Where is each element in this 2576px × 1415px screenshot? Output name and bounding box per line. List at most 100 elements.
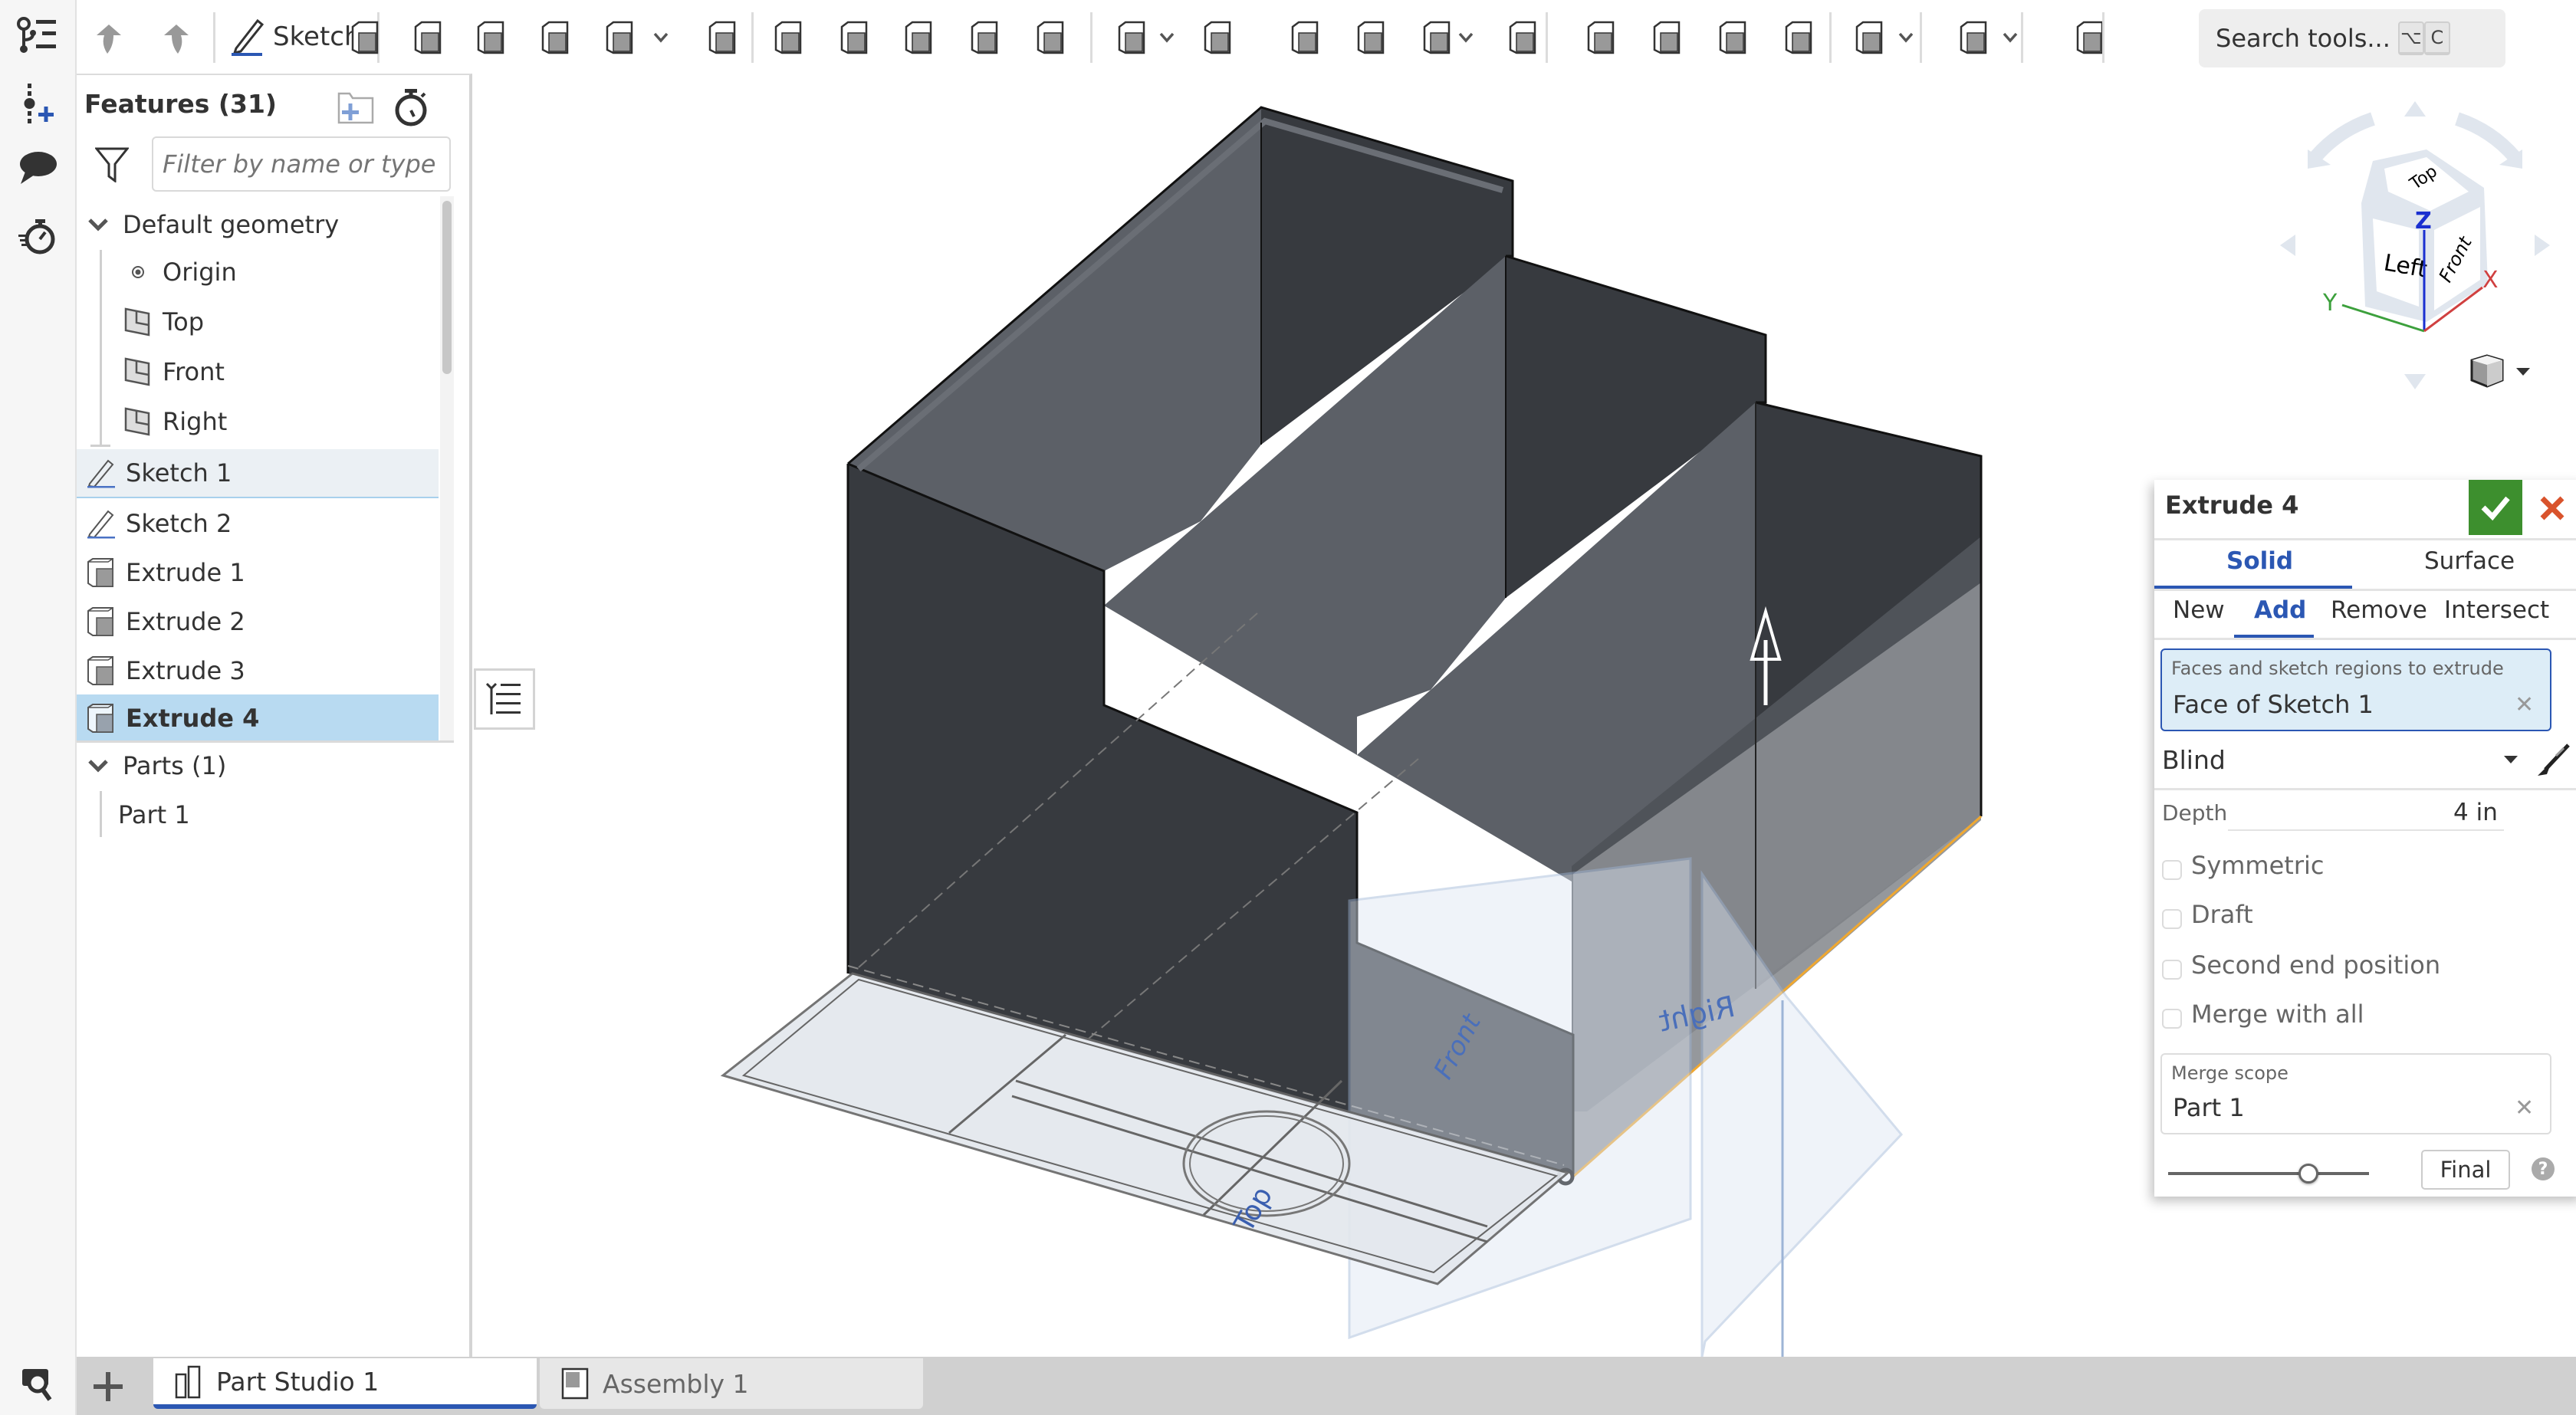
feature-item-sketch-2[interactable]: Sketch 2 xyxy=(77,500,445,547)
scrollbar-thumb[interactable] xyxy=(442,201,452,374)
sheet-metal-tool-button[interactable] xyxy=(1952,17,1995,60)
end-type-select[interactable]: Blind xyxy=(2162,745,2226,775)
tree-item-front-plane[interactable]: Front xyxy=(121,348,454,396)
faces-selection-field[interactable]: Faces and sketch regions to extrude Face… xyxy=(2160,648,2551,731)
thicken-tool-button[interactable] xyxy=(598,17,641,60)
rotate-right-small-arrow[interactable] xyxy=(2535,235,2550,256)
comments-button[interactable] xyxy=(11,142,64,195)
tool-dropdown-caret[interactable] xyxy=(1457,26,1475,49)
stopwatch-icon xyxy=(395,89,427,126)
filter-button[interactable] xyxy=(94,146,133,184)
feature-tree-button[interactable] xyxy=(11,9,64,63)
add-folder-button[interactable] xyxy=(337,90,376,126)
tab-solid[interactable]: Solid xyxy=(2226,547,2293,575)
chamfer-tool-button[interactable] xyxy=(767,17,810,60)
search-features-button[interactable] xyxy=(11,1358,64,1412)
tool-dropdown-caret[interactable] xyxy=(1158,26,1176,49)
rotate-left-small-arrow[interactable] xyxy=(2280,235,2295,256)
tree-item-top-plane[interactable]: Top xyxy=(121,298,454,346)
plane-tool-button[interactable] xyxy=(1848,17,1891,60)
delete-part-tool-button[interactable] xyxy=(1501,17,1544,60)
filter-input[interactable] xyxy=(152,136,451,192)
toolbar-separator xyxy=(2021,12,2023,63)
op-intersect[interactable]: Intersect xyxy=(2444,596,2549,624)
rotate-down-arrow[interactable] xyxy=(2404,374,2426,389)
feature-label: Sketch 2 xyxy=(126,509,232,538)
symmetric-checkbox[interactable] xyxy=(2162,860,2182,880)
delete-face-tool-button[interactable] xyxy=(1645,17,1688,60)
boolean-tool-button[interactable] xyxy=(1283,17,1326,60)
feature-item-extrude-3[interactable]: Extrude 3 xyxy=(77,647,445,694)
feature-item-extrude-2[interactable]: Extrude 2 xyxy=(77,598,445,645)
op-add[interactable]: Add xyxy=(2254,596,2306,624)
tab-part-studio-1[interactable]: Part Studio 1 xyxy=(153,1358,537,1409)
performance-button[interactable] xyxy=(11,210,64,264)
flip-direction-button[interactable] xyxy=(2535,740,2573,779)
rotate-up-arrow[interactable] xyxy=(2404,101,2426,117)
feature-item-extrude-1[interactable]: Extrude 1 xyxy=(77,549,445,596)
clear-selection-icon[interactable]: ✕ xyxy=(2515,691,2534,718)
feature-list: Default geometry Origin Top Front Right … xyxy=(77,196,454,743)
add-custom-feature-tool-button[interactable] xyxy=(2068,17,2111,60)
chamfer-icon xyxy=(774,21,802,54)
feature-list-scrollbar[interactable] xyxy=(440,196,454,740)
chevron-down-icon xyxy=(1898,32,1914,43)
merge-scope-field[interactable]: Merge scope Part 1 ✕ xyxy=(2160,1053,2551,1134)
dropdown-caret-icon[interactable] xyxy=(2504,756,2518,763)
tool-dropdown-caret[interactable] xyxy=(652,26,670,49)
default-geometry-group[interactable]: Default geometry xyxy=(81,201,442,248)
rollback-slider-thumb[interactable] xyxy=(2298,1164,2319,1184)
shell-tool-button[interactable] xyxy=(963,17,1006,60)
merge-with-all-checkbox[interactable] xyxy=(2162,1009,2182,1029)
op-new[interactable]: New xyxy=(2173,596,2225,624)
rib-tool-button[interactable] xyxy=(897,17,940,60)
redo-button[interactable] xyxy=(155,17,198,60)
modify-fillet-tool-button[interactable] xyxy=(1579,17,1622,60)
rotate-left-arrow[interactable] xyxy=(2310,112,2375,162)
insert-mate-connector-button[interactable] xyxy=(11,77,64,130)
tab-assembly-1[interactable]: Assembly 1 xyxy=(540,1358,923,1409)
tree-item-origin[interactable]: Origin xyxy=(121,248,454,296)
hole-tool-button[interactable] xyxy=(1029,17,1072,60)
second-end-position-checkbox[interactable] xyxy=(2162,960,2182,980)
split-tool-button[interactable] xyxy=(1349,17,1392,60)
part-item[interactable]: Part 1 xyxy=(118,791,478,839)
accept-button[interactable] xyxy=(2469,480,2522,535)
split-icon xyxy=(1357,21,1385,54)
parts-group[interactable]: Parts (1) xyxy=(81,742,442,790)
view-options-button[interactable] xyxy=(2469,353,2538,391)
sketch-button[interactable]: Sketch xyxy=(230,14,361,60)
mirror-tool-button[interactable] xyxy=(1196,17,1239,60)
move-face-tool-button[interactable] xyxy=(1711,17,1754,60)
feature-item-extrude-4[interactable]: Extrude 4 xyxy=(77,694,439,740)
linear-pattern-tool-button[interactable] xyxy=(1110,17,1153,60)
draft-tool-button[interactable] xyxy=(833,17,876,60)
rollback-slider-track[interactable] xyxy=(2168,1172,2369,1175)
add-tab-button[interactable] xyxy=(89,1367,127,1406)
draft-checkbox[interactable] xyxy=(2162,909,2182,929)
rollback-timer-button[interactable] xyxy=(393,87,429,127)
loft-tool-button[interactable] xyxy=(534,17,577,60)
search-tools-button[interactable]: Search tools... ⌥ C xyxy=(2199,9,2505,67)
tab-surface[interactable]: Surface xyxy=(2424,547,2515,575)
undo-button[interactable] xyxy=(87,17,130,60)
replace-face-tool-button[interactable] xyxy=(1777,17,1820,60)
help-icon[interactable]: ? xyxy=(2532,1157,2555,1180)
revolve-tool-button[interactable] xyxy=(406,17,449,60)
tree-item-right-plane[interactable]: Right xyxy=(121,398,454,445)
final-button[interactable]: Final xyxy=(2421,1150,2510,1190)
checkmark-icon xyxy=(2481,496,2510,521)
depth-input[interactable]: 4 in xyxy=(2453,799,2498,826)
extrude-tool-button[interactable] xyxy=(343,17,386,60)
shortcut-key-c: C xyxy=(2423,21,2450,55)
tool-dropdown-caret[interactable] xyxy=(2001,26,2019,49)
tool-dropdown-caret[interactable] xyxy=(1897,26,1915,49)
feature-item-sketch-1[interactable]: Sketch 1 xyxy=(77,449,439,498)
clear-merge-scope-icon[interactable]: ✕ xyxy=(2515,1095,2534,1121)
transform-tool-button[interactable] xyxy=(1415,17,1458,60)
sweep-tool-button[interactable] xyxy=(469,17,512,60)
cancel-button[interactable] xyxy=(2533,489,2571,527)
op-remove[interactable]: Remove xyxy=(2331,596,2427,624)
fillet-tool-button[interactable] xyxy=(701,17,744,60)
rotate-right-arrow[interactable] xyxy=(2455,112,2520,162)
